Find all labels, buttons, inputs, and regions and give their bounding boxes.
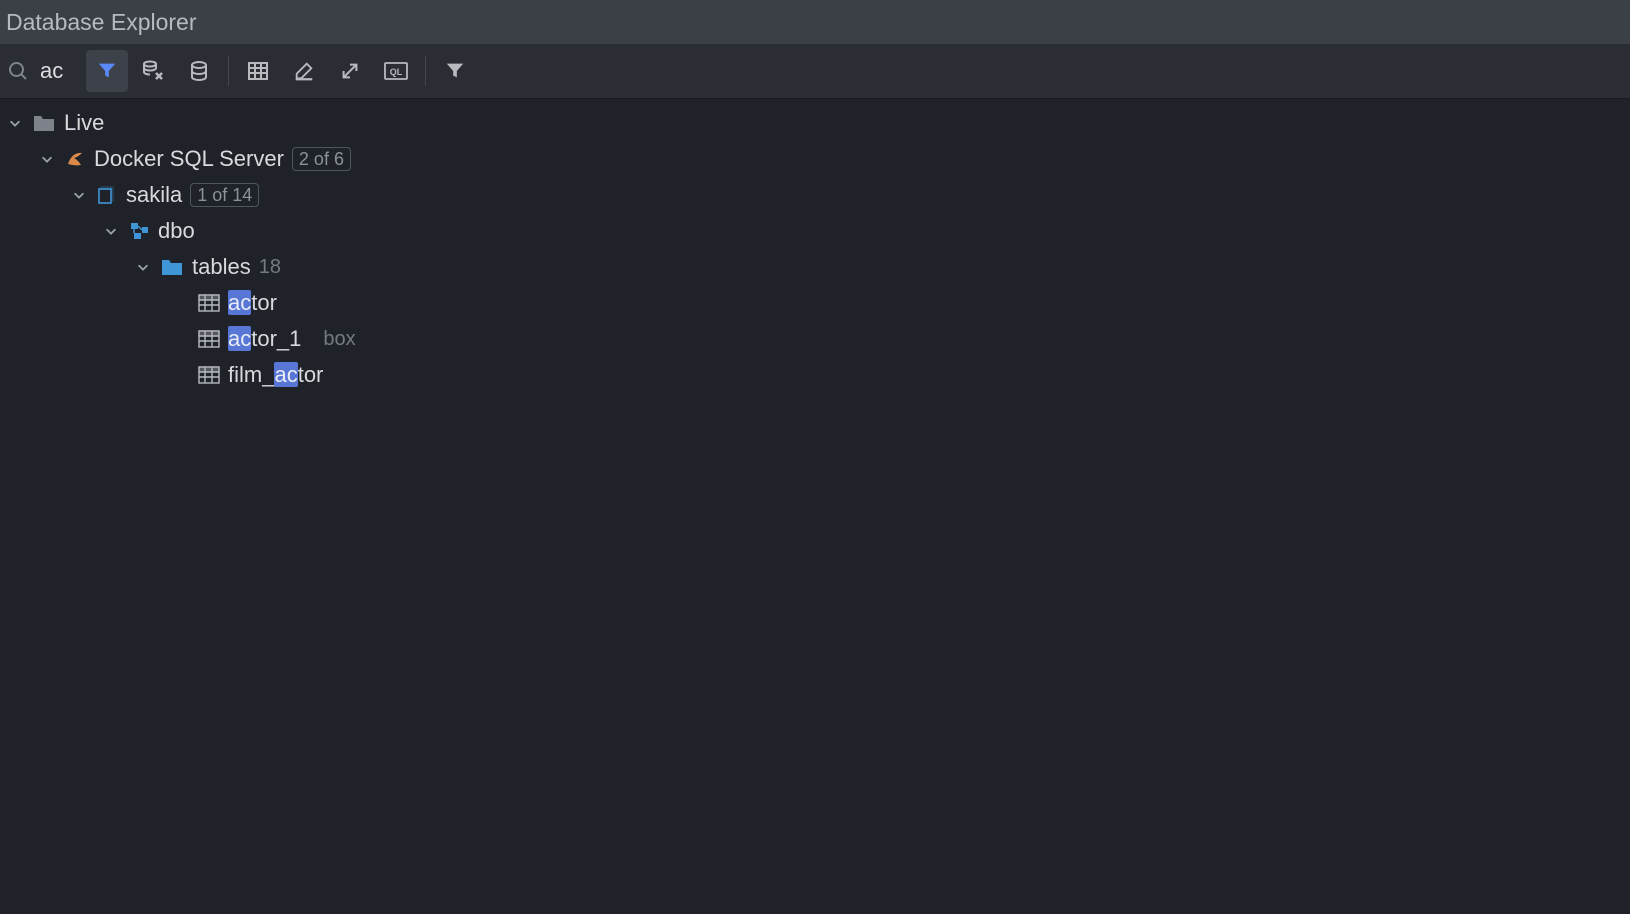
tree-node-tables-folder[interactable]: tables 18 [0, 249, 1630, 285]
filter-badge: 2 of 6 [292, 147, 351, 171]
chevron-down-icon [70, 188, 88, 202]
table-icon [198, 365, 220, 385]
table-name: actor_1 [228, 321, 301, 357]
folder-icon [32, 113, 56, 133]
tree-node-database[interactable]: sakila 1 of 14 [0, 177, 1630, 213]
schema-icon [128, 220, 150, 242]
item-count: 18 [259, 251, 281, 284]
jump-to-source-button[interactable] [329, 50, 371, 92]
table-comment: box [323, 323, 355, 356]
database-icon [96, 184, 118, 206]
tree-node-table[interactable]: actor_1 box [0, 321, 1630, 357]
toolbar-divider [425, 56, 426, 86]
svg-text:QL: QL [390, 67, 403, 77]
table-view-button[interactable] [237, 50, 279, 92]
search-highlight: ac [228, 290, 251, 315]
tree-node-table[interactable]: actor [0, 285, 1630, 321]
datasource-properties-button[interactable] [132, 50, 174, 92]
table-icon [198, 329, 220, 349]
sqlserver-icon [64, 148, 86, 170]
search-group [6, 58, 80, 84]
chevron-down-icon [134, 260, 152, 274]
chevron-down-icon [38, 152, 56, 166]
tree-label: Live [64, 105, 104, 141]
table-name: actor [228, 285, 277, 321]
title-bar: Database Explorer [0, 0, 1630, 44]
tree-label: sakila [126, 177, 182, 213]
edit-button[interactable] [283, 50, 325, 92]
toolbar-divider [228, 56, 229, 86]
filter-toggle-button[interactable] [86, 50, 128, 92]
tree-label: Docker SQL Server [94, 141, 284, 177]
tree-node-table[interactable]: film_actor [0, 357, 1630, 393]
database-tree: Live Docker SQL Server 2 of 6 sakila 1 o… [0, 99, 1630, 399]
refresh-button[interactable] [178, 50, 220, 92]
tree-label: tables [192, 249, 251, 285]
query-console-button[interactable]: QL [375, 50, 417, 92]
search-highlight: ac [228, 326, 251, 351]
search-input[interactable] [40, 58, 80, 84]
tree-node-schema[interactable]: dbo [0, 213, 1630, 249]
folder-icon [160, 257, 184, 277]
table-icon [198, 293, 220, 313]
tree-node-datasource[interactable]: Docker SQL Server 2 of 6 [0, 141, 1630, 177]
toolbar: QL [0, 44, 1630, 99]
chevron-down-icon [6, 116, 24, 130]
filter-badge: 1 of 14 [190, 183, 259, 207]
tree-node-group[interactable]: Live [0, 105, 1630, 141]
search-highlight: ac [274, 362, 297, 387]
tree-label: dbo [158, 213, 195, 249]
panel-title: Database Explorer [6, 9, 197, 36]
chevron-down-icon [102, 224, 120, 238]
table-name: film_actor [228, 357, 323, 393]
search-icon [6, 59, 30, 83]
filter-button[interactable] [434, 50, 476, 92]
